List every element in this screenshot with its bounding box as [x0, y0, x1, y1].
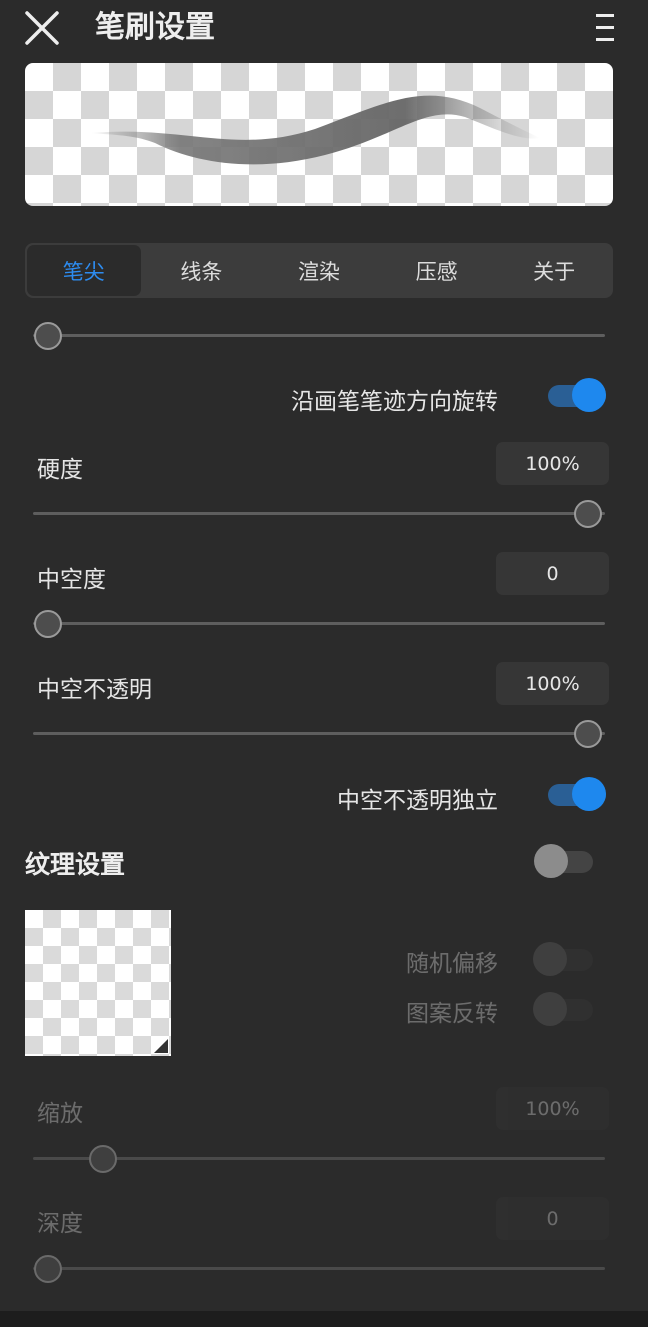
hollow-slider-handle[interactable] [34, 610, 62, 638]
texture-corner-icon [154, 1039, 168, 1053]
hardness-slider-track[interactable] [33, 512, 605, 515]
hollow-opacity-independent-label: 中空不透明独立 [337, 788, 498, 814]
scale-slider-handle[interactable] [89, 1145, 117, 1173]
hollow-label: 中空度 [37, 567, 106, 593]
hardness-value[interactable]: 100% [496, 442, 609, 485]
tab-about[interactable]: 关于 [497, 245, 611, 296]
hollow-opacity-label: 中空不透明 [37, 677, 152, 703]
depth-slider-handle[interactable] [34, 1255, 62, 1283]
hardness-label: 硬度 [37, 457, 83, 483]
page-title: 笔刷设置 [95, 10, 215, 45]
close-icon[interactable] [22, 8, 62, 48]
pattern-invert-toggle-knob[interactable] [533, 992, 567, 1026]
hollow-opacity-slider-track[interactable] [33, 732, 605, 735]
depth-label: 深度 [37, 1211, 83, 1237]
brush-stroke-preview [90, 95, 540, 165]
random-offset-label: 随机偏移 [406, 951, 498, 977]
depth-slider-track[interactable] [33, 1267, 605, 1270]
top-slider-track[interactable] [33, 334, 605, 337]
top-slider-handle[interactable] [34, 322, 62, 350]
depth-value[interactable]: 0 [496, 1197, 609, 1240]
rotate-along-stroke-toggle-knob[interactable] [572, 378, 606, 412]
hardness-slider-handle[interactable] [574, 500, 602, 528]
tab-render[interactable]: 渲染 [262, 245, 376, 296]
hollow-slider-track[interactable] [33, 622, 605, 625]
menu-icon[interactable] [590, 10, 620, 46]
pattern-invert-label: 图案反转 [406, 1001, 498, 1027]
texture-preview[interactable] [25, 910, 171, 1056]
texture-toggle-knob[interactable] [534, 844, 568, 878]
hollow-value[interactable]: 0 [496, 552, 609, 595]
tab-pressure[interactable]: 压感 [380, 245, 494, 296]
tab-brush-tip[interactable]: 笔尖 [27, 245, 141, 296]
bottom-edge [0, 1311, 648, 1327]
rotate-along-stroke-label: 沿画笔笔迹方向旋转 [291, 389, 498, 415]
brush-preview [25, 63, 613, 206]
texture-settings-title: 纹理设置 [25, 850, 126, 879]
scale-value[interactable]: 100% [496, 1087, 609, 1130]
tab-stroke[interactable]: 线条 [145, 245, 259, 296]
random-offset-toggle-knob[interactable] [533, 942, 567, 976]
brush-tabs: 笔尖 线条 渲染 压感 关于 [25, 243, 613, 298]
hollow-opacity-value[interactable]: 100% [496, 662, 609, 705]
hollow-opacity-independent-toggle-knob[interactable] [572, 777, 606, 811]
scale-label: 缩放 [37, 1101, 83, 1127]
scale-slider-track[interactable] [33, 1157, 605, 1160]
hollow-opacity-slider-handle[interactable] [574, 720, 602, 748]
